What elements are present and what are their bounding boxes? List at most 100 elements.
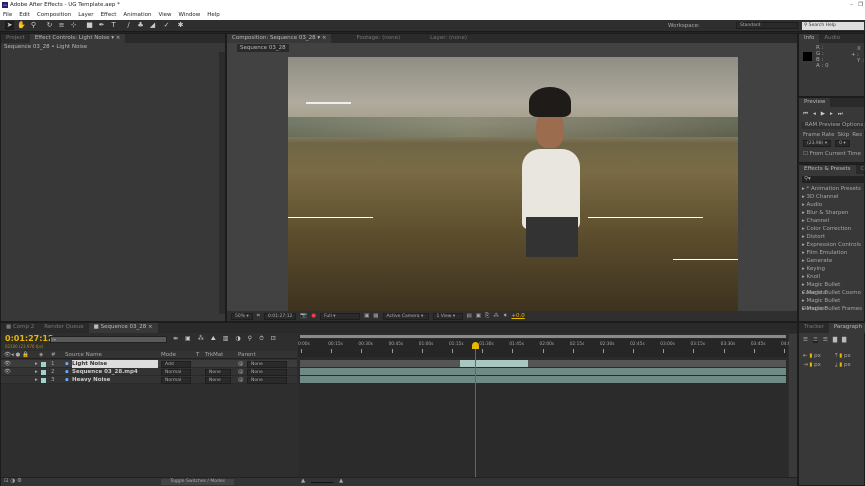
menu-window[interactable]: Window xyxy=(179,10,201,20)
live-update-icon[interactable]: ▣ xyxy=(185,335,191,343)
tab-preview[interactable]: Preview xyxy=(799,98,831,107)
effect-category[interactable]: ▸ Blur & Sharpen xyxy=(799,209,865,217)
effect-category[interactable]: ▸ Audio xyxy=(799,201,865,209)
layer-name[interactable]: Heavy Noise xyxy=(72,376,110,384)
effect-category[interactable]: ▸ Magic Bullet Denoiser xyxy=(799,297,865,312)
layer-search-input[interactable]: ⚲▾ xyxy=(50,336,167,343)
layer-name[interactable]: Sequence 03_28.mp4 xyxy=(72,368,138,376)
comp-mini-flowchart-icon[interactable]: ⇹ xyxy=(173,335,178,343)
menu-edit[interactable]: Edit xyxy=(19,10,30,20)
roto-brush-tool-icon[interactable]: ✓ xyxy=(162,21,171,30)
layer-row[interactable]: 👁 ▸ 2 ▪ Sequence 03_28.mp4 Normal None @ None xyxy=(1,368,297,376)
minimize-button[interactable]: – xyxy=(850,2,853,8)
first-frame-icon[interactable]: ⏮ xyxy=(803,111,808,118)
tab-audio[interactable]: Audio xyxy=(819,34,845,43)
restore-button[interactable]: ❐ xyxy=(858,2,863,8)
exposure-value[interactable]: +0.0 xyxy=(511,311,524,321)
pickwhip-icon[interactable]: @ xyxy=(238,376,244,384)
space-after-unit[interactable]: px xyxy=(844,362,851,368)
toggle-switches-modes-button[interactable]: Toggle Switches / Modes xyxy=(161,479,234,485)
tab-layer[interactable]: Layer: (none) xyxy=(425,34,472,43)
pickwhip-icon[interactable]: @ xyxy=(238,368,244,376)
effect-category[interactable]: ▸ Color Correction xyxy=(799,225,865,233)
resolution-dropdown[interactable]: Full ▾ xyxy=(320,312,361,320)
expand-icon[interactable]: ▸ xyxy=(35,360,38,368)
label-color[interactable] xyxy=(41,362,46,367)
tab-comp-2[interactable]: ■ Comp 2 xyxy=(1,323,39,333)
layer-duration-bar[interactable] xyxy=(300,368,786,375)
hand-tool-icon[interactable]: ✋ xyxy=(17,21,26,30)
next-frame-icon[interactable]: ▸ xyxy=(830,111,833,118)
indent-left-unit[interactable]: px xyxy=(814,353,821,359)
align-center-icon[interactable]: ☰ xyxy=(812,337,818,343)
camera-tool-icon[interactable]: ≡ xyxy=(57,21,66,30)
tab-paragraph[interactable]: Paragraph xyxy=(828,323,865,333)
toggle-pixel-aspect-icon[interactable]: ▤ xyxy=(467,311,472,321)
workspace-dropdown[interactable]: Standard xyxy=(736,22,798,29)
menu-help[interactable]: Help xyxy=(207,10,220,20)
last-frame-icon[interactable]: ⏭ xyxy=(838,111,843,118)
tab-footage[interactable]: Footage: (none) xyxy=(351,34,405,43)
current-time-display[interactable]: 0:01:27:12 xyxy=(263,312,297,320)
video-frame[interactable] xyxy=(288,57,738,311)
tab-effects-presets[interactable]: Effects & Presets xyxy=(799,165,856,174)
from-current-time-checkbox[interactable]: ☐ From Current Time xyxy=(803,151,861,157)
puppet-tool-icon[interactable]: ✱ xyxy=(176,21,185,30)
type-tool-icon[interactable]: T xyxy=(109,21,118,30)
brush-tool-icon[interactable]: / xyxy=(124,21,133,30)
clone-stamp-tool-icon[interactable]: ♣ xyxy=(136,21,145,30)
label-color[interactable] xyxy=(41,378,46,383)
frame-rate-dropdown[interactable]: (23.98) ▾ xyxy=(803,140,832,147)
timeline-scrollbar[interactable] xyxy=(789,334,797,486)
skip-dropdown[interactable]: 0 ▾ xyxy=(835,140,850,147)
menu-composition[interactable]: Composition xyxy=(37,10,71,20)
tab-project[interactable]: Project xyxy=(1,34,30,43)
trkmat-dropdown[interactable]: None xyxy=(205,377,231,384)
layer-row[interactable]: 👁 ▸ 1 ▪ Light Noise Add @ None xyxy=(1,360,297,368)
parent-dropdown[interactable]: None xyxy=(247,377,287,384)
visibility-icon[interactable]: 👁 xyxy=(4,360,11,368)
exposure-icon[interactable]: ✷ xyxy=(503,311,508,321)
brainstorm-icon[interactable]: ⏱ xyxy=(259,335,264,343)
flowchart-icon[interactable]: ⁂ xyxy=(493,311,499,321)
effect-category[interactable]: ▸ Knoll xyxy=(799,273,865,281)
layer-duration-bar[interactable] xyxy=(300,376,786,383)
indent-first-unit[interactable]: px xyxy=(814,362,821,368)
effect-category[interactable]: ▸ 3D Channel xyxy=(799,193,865,201)
draft-3d-icon[interactable]: ⁂ xyxy=(198,335,204,343)
zoom-in-icon[interactable]: ▲ xyxy=(339,478,343,484)
effect-category[interactable]: ▸ Magic Bullet Colorista xyxy=(799,281,865,296)
effect-category[interactable]: ▸ * Animation Presets xyxy=(799,185,865,193)
selection-tool-icon[interactable]: ➤ xyxy=(5,21,14,30)
align-right-icon[interactable]: ☰ xyxy=(823,337,828,343)
transparency-grid-icon[interactable]: ▦ xyxy=(373,311,378,321)
label-color[interactable] xyxy=(41,370,46,375)
effect-category[interactable]: ▸ Generate xyxy=(799,257,865,265)
eraser-tool-icon[interactable]: ◢ xyxy=(148,21,157,30)
frame-blending-icon[interactable]: ▥ xyxy=(223,335,229,343)
previous-frame-icon[interactable]: ◂ xyxy=(813,111,816,118)
playhead[interactable] xyxy=(471,342,479,486)
rectangle-tool-icon[interactable]: ■ xyxy=(85,21,94,30)
tab-effect-controls[interactable]: Effect Controls: Light Noise ▾ × xyxy=(29,34,126,43)
chart-icon[interactable]: ⊡ xyxy=(271,335,276,343)
footer-switch-icons[interactable]: ⊡ ◑ ⚙ xyxy=(4,478,22,484)
trkmat-dropdown[interactable]: None xyxy=(205,369,231,376)
snapshot-icon[interactable]: 📷 xyxy=(300,311,307,321)
graph-editor-icon[interactable]: ⚲ xyxy=(248,335,252,343)
tab-character[interactable]: Character xyxy=(856,165,865,174)
layer-name[interactable]: Light Noise xyxy=(72,360,158,368)
rotate-tool-icon[interactable]: ↻ xyxy=(45,21,54,30)
fast-previews-icon[interactable]: ▣ xyxy=(476,311,481,321)
menu-animation[interactable]: Animation xyxy=(123,10,151,20)
header-source-name[interactable]: Source Name xyxy=(65,351,102,359)
search-help-input[interactable]: ⚲ Search Help xyxy=(802,22,864,30)
mode-dropdown[interactable]: Normal xyxy=(161,369,191,376)
region-of-interest-icon[interactable]: ▣ xyxy=(364,311,369,321)
effect-category[interactable]: ▸ Magic Bullet Cosmo xyxy=(799,289,865,297)
tab-info[interactable]: Info xyxy=(799,34,820,43)
mode-dropdown[interactable]: Add xyxy=(161,361,191,368)
playhead-handle[interactable] xyxy=(471,342,479,349)
tab-tracker[interactable]: Tracker xyxy=(799,323,829,333)
motion-blur-icon[interactable]: ◑ xyxy=(235,335,240,343)
